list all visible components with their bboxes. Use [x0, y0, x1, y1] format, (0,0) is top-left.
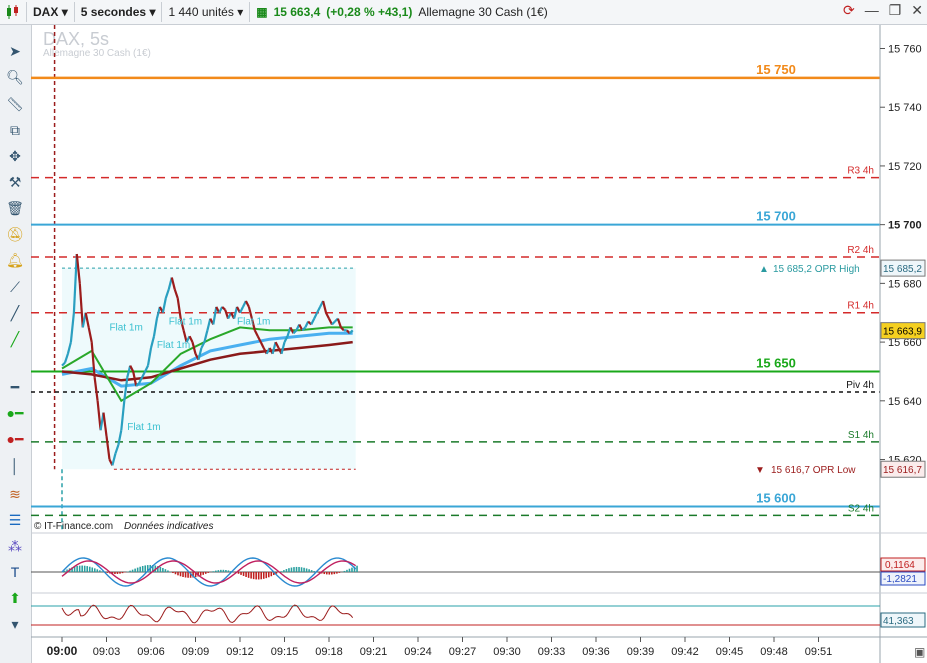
alert-off-icon[interactable]: 🔕︎: [4, 223, 26, 245]
level-label-2: 15 700: [756, 209, 796, 224]
x-tick-label-10: 09:30: [493, 646, 521, 658]
opr-low-value: 15 616,7 OPR Low: [771, 465, 856, 476]
tools-icon[interactable]: ⚒: [4, 171, 26, 193]
y-tick-label-4: 15 680: [888, 278, 922, 290]
alert-icon[interactable]: 🔔︎: [4, 249, 26, 271]
horizontal-line-icon[interactable]: ━: [4, 376, 26, 398]
y-tick-label-2: 15 720: [888, 161, 922, 173]
minimize-icon[interactable]: —: [865, 2, 879, 19]
candlestick-icon[interactable]: [0, 2, 27, 22]
x-tick-label-1: 09:03: [93, 646, 121, 658]
x-tick-label-14: 09:42: [671, 646, 699, 658]
quote-info: ▦ 15 663,4 (+0,28 % +43,1) Allemagne 30 …: [250, 2, 554, 22]
chevron-down-icon: ▾: [149, 5, 156, 19]
price-change: (+0,28 % +43,1): [326, 5, 413, 19]
x-tick-label-5: 09:15: [271, 646, 299, 658]
y-tick-label-6: 15 640: [888, 396, 922, 408]
level-label-6: Piv 4h: [846, 380, 874, 391]
chevron-down-icon: ▾: [237, 5, 244, 19]
level-label-9: S2 4h: [848, 503, 874, 514]
y-tick-label-0: 15 760: [888, 43, 922, 55]
x-tick-label-12: 09:36: [582, 646, 610, 658]
level-label-0: 15 750: [756, 62, 796, 77]
chart-area[interactable]: DAX, 5s Allemagne 30 Cash (1€) © IT-Fina…: [31, 25, 927, 663]
last-price: 15 663,4: [273, 5, 321, 19]
dropdown-icon[interactable]: ▾: [4, 613, 26, 635]
opr-low-down-icon: ▼: [755, 465, 765, 476]
close-icon[interactable]: ✕: [911, 2, 923, 19]
fibonacci-icon[interactable]: ≋: [4, 483, 26, 505]
flat-1m-label-0: Flat 1m: [109, 322, 142, 333]
y-tick-label-3: 15 700: [888, 220, 922, 232]
x-tick-label-8: 09:24: [404, 646, 432, 658]
level-label-5: 15 650: [756, 355, 796, 370]
flat-1m-label-3: Flat 1m: [169, 316, 202, 327]
line-tool-icon[interactable]: ⟋: [4, 276, 26, 298]
x-tick-label-17: 09:51: [805, 646, 833, 658]
x-tick-label-2: 09:06: [137, 646, 165, 658]
level-label-3: R2 4h: [847, 245, 874, 256]
green-dot-line-icon[interactable]: ●━: [4, 402, 26, 424]
level-label-4: R1 4h: [847, 301, 874, 312]
chevron-down-icon: ▾: [61, 5, 68, 19]
credit-note: Données indicatives: [124, 521, 214, 532]
x-tick-label-16: 09:48: [760, 646, 788, 658]
drawing-toolbar: ➤ 🔍︎ 📏︎ ⧉ ✥ ⚒ 🗑︎ 🔕︎ 🔔︎ ⟋ ╱ ╱ ━ ●━ ●━ │ ≋…: [0, 25, 32, 663]
watermark-subtitle: Allemagne 30 Cash (1€): [43, 48, 151, 59]
opr-high-value: 15 685,2 OPR High: [773, 264, 860, 275]
opr-low-tag-text: 15 616,7: [883, 465, 922, 476]
move-icon[interactable]: ✥: [4, 145, 26, 167]
x-tick-label-9: 09:27: [449, 646, 477, 658]
x-tick-label-11: 09:33: [538, 646, 566, 658]
y-tick-label-1: 15 740: [888, 102, 922, 114]
macd-value1: 0,1164: [885, 560, 915, 571]
timeframe-select[interactable]: 5 secondes ▾: [75, 2, 163, 22]
trash-icon[interactable]: 🗑︎: [4, 197, 26, 219]
flat-1m-label-1: Flat 1m: [127, 422, 160, 433]
x-tick-label-4: 09:12: [226, 646, 254, 658]
x-tick-label-3: 09:09: [182, 646, 210, 658]
text-icon[interactable]: T: [4, 561, 26, 583]
x-tick-label-15: 09:45: [716, 646, 744, 658]
indicators-icon[interactable]: ⁂: [4, 535, 26, 557]
x-tick-label-6: 09:18: [315, 646, 343, 658]
ruler-icon[interactable]: 📏︎: [4, 93, 26, 115]
x-tick-label-13: 09:39: [627, 646, 655, 658]
red-dot-line-icon[interactable]: ●━: [4, 428, 26, 450]
rsi-line: [61, 604, 354, 624]
copy-icon[interactable]: ⧉: [4, 119, 26, 141]
refresh-icon[interactable]: ⟳: [843, 2, 855, 19]
screenshot-icon[interactable]: ▣: [914, 645, 925, 659]
arrow-up-icon[interactable]: ⬆: [4, 587, 26, 609]
flat-1m-label-4: Flat 1m: [237, 316, 270, 327]
level-label-1: R3 4h: [847, 166, 874, 177]
trendline-icon[interactable]: ╱: [4, 302, 26, 324]
macd-value2: -1,2821: [883, 574, 917, 585]
levels-icon[interactable]: ☰: [4, 509, 26, 531]
restore-icon[interactable]: ❐: [889, 2, 902, 19]
timeframe-label: 5 secondes: [80, 5, 147, 19]
units-select[interactable]: 1 440 unités ▾: [162, 2, 251, 22]
x-tick-label-7: 09:21: [360, 646, 388, 658]
zoom-icon[interactable]: 🔍︎: [4, 66, 26, 88]
symbol-label: DAX: [33, 5, 59, 19]
level-label-8: 15 600: [756, 491, 796, 506]
green-line-icon[interactable]: ╱: [4, 328, 26, 350]
flat-1m-label-2: Flat 1m: [157, 340, 190, 351]
x-tick-label-0: 09:00: [47, 644, 78, 658]
credit-source: © IT-Finance.com: [34, 521, 113, 532]
level-label-7: S1 4h: [848, 430, 874, 441]
opr-high-tag-text: 15 685,2: [883, 264, 922, 275]
symbol-select[interactable]: DAX ▾: [27, 2, 75, 22]
rsi-value: 41,363: [883, 616, 914, 627]
opr-high-up-icon: ▲: [759, 264, 769, 275]
table-icon[interactable]: ▦: [256, 5, 267, 19]
top-toolbar: DAX ▾ 5 secondes ▾ 1 440 unités ▾ ▦ 15 6…: [0, 0, 927, 25]
cursor-icon[interactable]: ➤: [4, 40, 26, 62]
watermark-title: DAX, 5s: [43, 29, 109, 49]
units-label: 1 440 unités: [168, 5, 234, 19]
vertical-line-icon[interactable]: │: [4, 455, 26, 477]
last-price-tag-text: 15 663,9: [883, 327, 922, 338]
instrument-name: Allemagne 30 Cash (1€): [418, 5, 548, 19]
